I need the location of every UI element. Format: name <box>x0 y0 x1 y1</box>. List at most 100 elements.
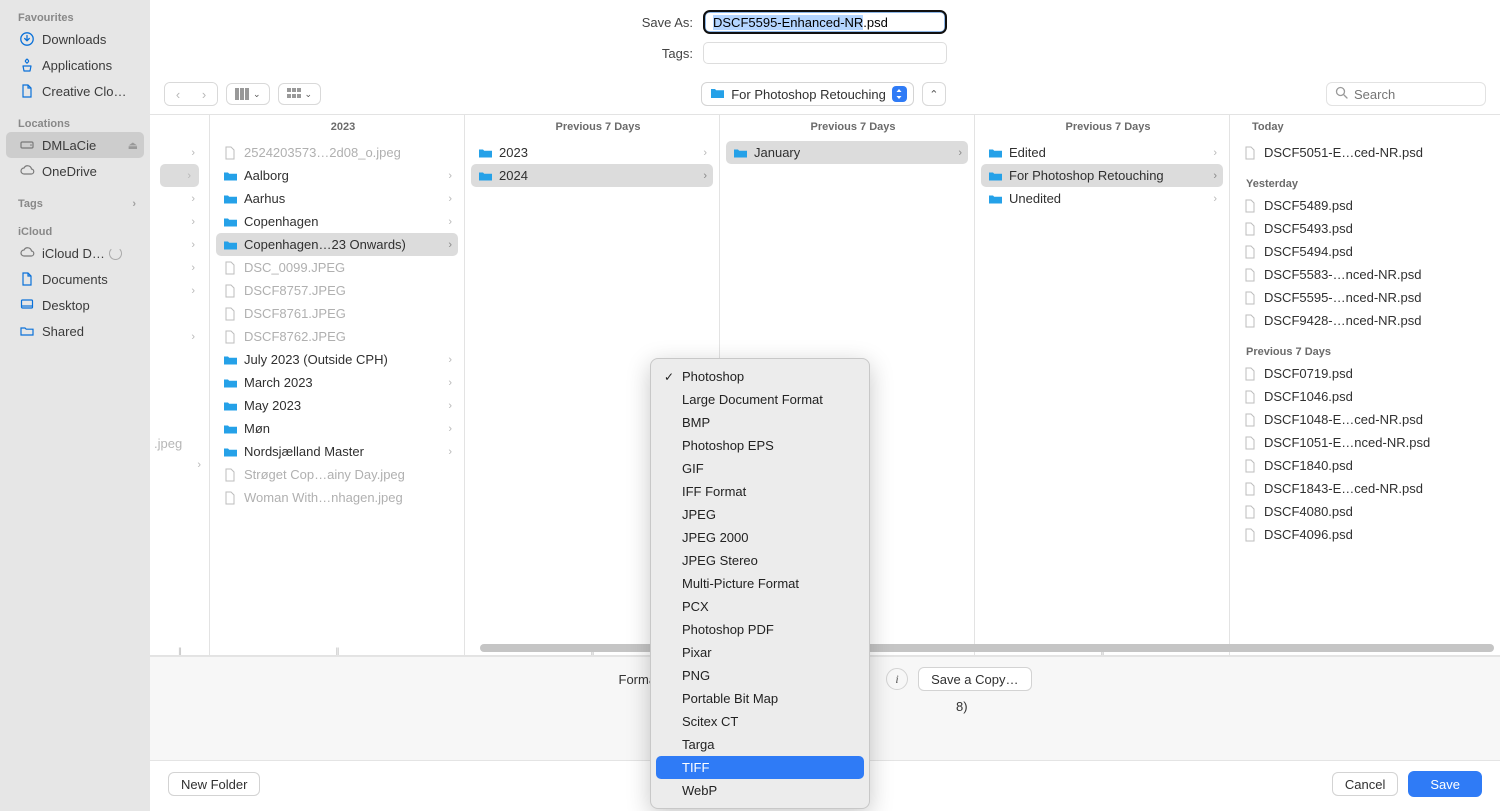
list-item[interactable]: › <box>156 210 203 233</box>
list-item[interactable]: › <box>156 256 203 279</box>
list-item[interactable]: 2023› <box>471 141 713 164</box>
list-item[interactable]: DSCF8761.JPEG <box>216 302 458 325</box>
cancel-button[interactable]: Cancel <box>1332 772 1398 796</box>
sidebar-item-shared[interactable]: Shared <box>0 318 150 344</box>
list-item[interactable]: DSCF5583-…nced-NR.psd <box>1236 263 1494 286</box>
list-item[interactable]: Aarhus› <box>216 187 458 210</box>
collapse-button[interactable]: ⌃ <box>922 82 946 106</box>
group-button[interactable]: ⌄ <box>278 83 322 105</box>
list-item[interactable]: › <box>156 233 203 256</box>
format-option[interactable]: PNG <box>656 664 864 687</box>
list-item[interactable]: DSCF5493.psd <box>1236 217 1494 240</box>
list-item[interactable]: DSCF8757.JPEG <box>216 279 458 302</box>
scrollbar-thumb[interactable] <box>480 644 1494 652</box>
sidebar-item-dmlacie[interactable]: DMLaCie ⏏ <box>6 132 144 158</box>
list-item[interactable]: DSCF1046.psd <box>1236 385 1494 408</box>
option-label: IFF Format <box>682 484 746 499</box>
folder-icon <box>222 423 238 435</box>
list-item[interactable]: DSCF5489.psd <box>1236 194 1494 217</box>
format-option[interactable]: WebP <box>656 779 864 802</box>
column-resize-handle[interactable]: || <box>177 646 182 654</box>
list-item[interactable]: DSCF1051-E…nced-NR.psd <box>1236 431 1494 454</box>
format-option[interactable]: IFF Format <box>656 480 864 503</box>
list-item[interactable]: Woman With…nhagen.jpeg <box>216 486 458 509</box>
format-option[interactable]: Scitex CT <box>656 710 864 733</box>
format-option[interactable]: JPEG Stereo <box>656 549 864 572</box>
sidebar-item-icloud-drive[interactable]: iCloud D… <box>0 240 150 266</box>
list-item[interactable]: › <box>156 325 203 348</box>
list-item[interactable]: May 2023› <box>216 394 458 417</box>
list-item[interactable]: Copenhagen› <box>216 210 458 233</box>
format-option[interactable]: Photoshop EPS <box>656 434 864 457</box>
search-field[interactable] <box>1326 82 1486 106</box>
list-item[interactable]: › <box>156 187 203 210</box>
sidebar-item-desktop[interactable]: Desktop <box>0 292 150 318</box>
view-mode-button[interactable]: ⌄ <box>226 83 270 105</box>
format-option[interactable]: Portable Bit Map <box>656 687 864 710</box>
save-a-copy-button[interactable]: Save a Copy… <box>918 667 1031 691</box>
format-option[interactable]: JPEG <box>656 503 864 526</box>
sidebar-item-downloads[interactable]: Downloads <box>0 26 150 52</box>
format-option[interactable]: PCX <box>656 595 864 618</box>
format-option[interactable]: Large Document Format <box>656 388 864 411</box>
format-option[interactable]: JPEG 2000 <box>656 526 864 549</box>
location-popup[interactable]: For Photoshop Retouching <box>701 82 914 106</box>
sidebar-item-creative-cloud[interactable]: Creative Clo… <box>0 78 150 104</box>
list-item[interactable]: Strøget Cop…ainy Day.jpeg <box>216 463 458 486</box>
sidebar-section-tags[interactable]: Tags › <box>0 194 150 212</box>
list-item[interactable]: DSCF1048-E…ced-NR.psd <box>1236 408 1494 431</box>
list-item[interactable]: › <box>156 141 203 164</box>
list-item[interactable]: Møn› <box>216 417 458 440</box>
list-item[interactable]: DSCF5595-…nced-NR.psd <box>1236 286 1494 309</box>
list-item[interactable]: DSCF1840.psd <box>1236 454 1494 477</box>
file-icon <box>1242 268 1258 282</box>
tags-input[interactable] <box>703 42 947 64</box>
list-item[interactable]: Copenhagen…23 Onwards)› <box>216 233 458 256</box>
sidebar-item-onedrive[interactable]: OneDrive <box>0 158 150 184</box>
format-option[interactable]: TIFF <box>656 756 864 779</box>
list-item[interactable]: March 2023› <box>216 371 458 394</box>
format-option[interactable]: Targa <box>656 733 864 756</box>
list-item[interactable]: DSCF5494.psd <box>1236 240 1494 263</box>
list-item[interactable]: Unedited› <box>981 187 1223 210</box>
format-option[interactable]: ✓Photoshop <box>656 365 864 388</box>
list-item[interactable]: Aalborg› <box>216 164 458 187</box>
list-item[interactable]: Edited› <box>981 141 1223 164</box>
list-item[interactable]: For Photoshop Retouching› <box>981 164 1223 187</box>
format-option[interactable]: BMP <box>656 411 864 434</box>
info-button[interactable]: i <box>886 668 908 690</box>
new-folder-button[interactable]: New Folder <box>168 772 260 796</box>
option-label: PNG <box>682 668 710 683</box>
list-item[interactable]: DSCF4096.psd <box>1236 523 1494 546</box>
list-item[interactable]: › <box>156 279 203 302</box>
format-option[interactable]: Photoshop PDF <box>656 618 864 641</box>
list-item[interactable]: 2524203573…2d08_o.jpeg <box>216 141 458 164</box>
save-button[interactable]: Save <box>1408 771 1482 797</box>
save-as-input[interactable] <box>703 10 947 34</box>
list-item[interactable]: 2024› <box>471 164 713 187</box>
list-item[interactable]: DSCF8762.JPEG <box>216 325 458 348</box>
sidebar-item-documents[interactable]: Documents <box>0 266 150 292</box>
list-item[interactable]: DSCF0719.psd <box>1236 362 1494 385</box>
list-item[interactable]: Nordsjælland Master› <box>216 440 458 463</box>
list-item[interactable]: DSCF5051-E…ced-NR.psd <box>1236 141 1494 164</box>
list-item[interactable]: DSCF1843-E…ced-NR.psd <box>1236 477 1494 500</box>
format-option[interactable]: GIF <box>656 457 864 480</box>
sidebar-item-applications[interactable]: Applications <box>0 52 150 78</box>
list-item[interactable]: January› <box>726 141 968 164</box>
search-input[interactable] <box>1354 87 1477 102</box>
item-label: DSCF0719.psd <box>1264 366 1353 381</box>
back-button[interactable]: ‹ <box>165 83 191 105</box>
list-item[interactable]: July 2023 (Outside CPH)› <box>216 348 458 371</box>
list-item[interactable]: DSCF9428-…nced-NR.psd <box>1236 309 1494 332</box>
column-1: 2023 2524203573…2d08_o.jpegAalborg›Aarhu… <box>210 115 465 655</box>
format-option[interactable]: Pixar <box>656 641 864 664</box>
forward-button[interactable]: › <box>191 83 217 105</box>
format-option[interactable]: Multi-Picture Format <box>656 572 864 595</box>
list-item[interactable]: DSC_0099.JPEG <box>216 256 458 279</box>
option-label: Pixar <box>682 645 712 660</box>
list-item[interactable]: DSCF4080.psd <box>1236 500 1494 523</box>
eject-icon[interactable]: ⏏ <box>128 139 138 152</box>
list-item[interactable]: › <box>160 164 199 187</box>
list-item[interactable]: › <box>150 453 209 476</box>
